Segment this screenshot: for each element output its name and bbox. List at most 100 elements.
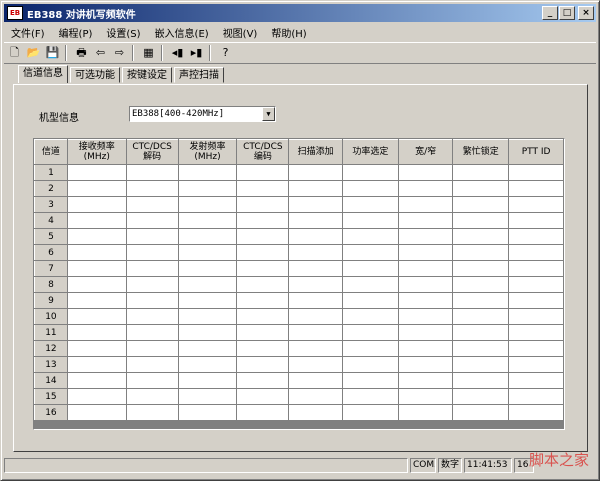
read-icon[interactable]: ⇦ (92, 45, 109, 61)
grid-cell[interactable] (397, 228, 454, 245)
grid-cell[interactable] (236, 212, 290, 229)
write-icon[interactable]: ⇨ (111, 45, 128, 61)
grid-cell[interactable] (125, 372, 179, 389)
grid-cell[interactable] (288, 388, 344, 405)
grid-cell[interactable] (66, 244, 127, 261)
grid-cell[interactable] (288, 308, 344, 325)
grid-cell[interactable] (177, 308, 238, 325)
grid-cell[interactable] (342, 324, 399, 341)
grid-cell[interactable] (177, 372, 238, 389)
grid-cell[interactable] (125, 228, 179, 245)
grid-cell[interactable] (342, 404, 399, 421)
grid-cell[interactable] (452, 340, 510, 357)
grid-cell[interactable] (236, 260, 290, 277)
help-icon[interactable]: ? (217, 45, 234, 61)
grid-cell[interactable] (66, 212, 127, 229)
grid-cell[interactable] (452, 308, 510, 325)
row-number[interactable]: 1 (34, 164, 68, 181)
row-number[interactable]: 10 (34, 308, 68, 325)
chevron-down-icon[interactable]: ▼ (262, 107, 275, 121)
grid-cell[interactable] (125, 324, 179, 341)
row-number[interactable]: 9 (34, 292, 68, 309)
grid-cell[interactable] (177, 340, 238, 357)
row-number[interactable]: 14 (34, 372, 68, 389)
grid-cell[interactable] (508, 404, 564, 421)
row-number[interactable]: 8 (34, 276, 68, 293)
grid-cell[interactable] (66, 180, 127, 197)
column-header[interactable]: CTC/DCS 解码 (125, 139, 179, 165)
grid-cell[interactable] (288, 404, 344, 421)
grid-cell[interactable] (397, 260, 454, 277)
grid-cell[interactable] (397, 356, 454, 373)
grid-cell[interactable] (508, 212, 564, 229)
column-header[interactable]: 发射频率 (MHz) (177, 139, 238, 165)
grid-cell[interactable] (177, 276, 238, 293)
grid-cell[interactable] (508, 260, 564, 277)
row-number[interactable]: 11 (34, 324, 68, 341)
new-icon[interactable]: 🗋 (6, 45, 23, 61)
grid-cell[interactable] (236, 180, 290, 197)
grid-cell[interactable] (66, 164, 127, 181)
grid-cell[interactable] (397, 244, 454, 261)
grid-cell[interactable] (508, 356, 564, 373)
grid-cell[interactable] (508, 340, 564, 357)
read-radio-icon[interactable]: ◂▮ (169, 45, 186, 61)
grid-cell[interactable] (177, 260, 238, 277)
grid-cell[interactable] (125, 308, 179, 325)
tab-key-settings[interactable]: 按键设定 (122, 67, 172, 83)
column-header[interactable]: 功率选定 (342, 139, 399, 165)
column-header[interactable]: 繁忙锁定 (452, 139, 510, 165)
grid-cell[interactable] (236, 324, 290, 341)
grid-cell[interactable] (288, 356, 344, 373)
grid-cell[interactable] (177, 244, 238, 261)
grid-cell[interactable] (125, 212, 179, 229)
grid-cell[interactable] (125, 340, 179, 357)
grid-cell[interactable] (342, 356, 399, 373)
grid-cell[interactable] (236, 388, 290, 405)
grid-cell[interactable] (288, 164, 344, 181)
grid-cell[interactable] (288, 340, 344, 357)
grid-cell[interactable] (452, 228, 510, 245)
grid-cell[interactable] (66, 340, 127, 357)
grid-cell[interactable] (397, 340, 454, 357)
grid-cell[interactable] (397, 308, 454, 325)
grid-cell[interactable] (236, 356, 290, 373)
grid-cell[interactable] (236, 292, 290, 309)
title-bar[interactable]: EB EB388 对讲机写频软件 _ □ × (4, 4, 596, 22)
grid-cell[interactable] (508, 372, 564, 389)
grid-cell[interactable] (342, 244, 399, 261)
menu-file[interactable]: 文件(F) (4, 25, 52, 40)
grid-cell[interactable] (236, 308, 290, 325)
grid-cell[interactable] (452, 196, 510, 213)
grid-cell[interactable] (342, 372, 399, 389)
grid-cell[interactable] (236, 372, 290, 389)
grid-cell[interactable] (397, 372, 454, 389)
grid-cell[interactable] (508, 276, 564, 293)
grid-cell[interactable] (236, 276, 290, 293)
model-select[interactable]: EB388[400-420MHz] ▼ (129, 106, 276, 122)
grid-cell[interactable] (177, 228, 238, 245)
column-header[interactable]: PTT ID (508, 139, 564, 165)
grid-cell[interactable] (397, 196, 454, 213)
grid-cell[interactable] (342, 164, 399, 181)
row-number[interactable]: 7 (34, 260, 68, 277)
grid-cell[interactable] (397, 276, 454, 293)
grid-cell[interactable] (236, 196, 290, 213)
grid-cell[interactable] (288, 324, 344, 341)
grid-cell[interactable] (236, 340, 290, 357)
row-number[interactable]: 16 (34, 404, 68, 421)
grid-cell[interactable] (342, 292, 399, 309)
grid-cell[interactable] (342, 196, 399, 213)
grid-cell[interactable] (236, 164, 290, 181)
row-number[interactable]: 3 (34, 196, 68, 213)
grid-cell[interactable] (125, 180, 179, 197)
grid-cell[interactable] (452, 324, 510, 341)
grid-cell[interactable] (452, 164, 510, 181)
grid-cell[interactable] (125, 164, 179, 181)
grid-cell[interactable] (452, 212, 510, 229)
grid-cell[interactable] (508, 244, 564, 261)
row-number[interactable]: 15 (34, 388, 68, 405)
grid-cell[interactable] (508, 308, 564, 325)
menu-view[interactable]: 视图(V) (216, 25, 265, 40)
grid-cell[interactable] (508, 292, 564, 309)
